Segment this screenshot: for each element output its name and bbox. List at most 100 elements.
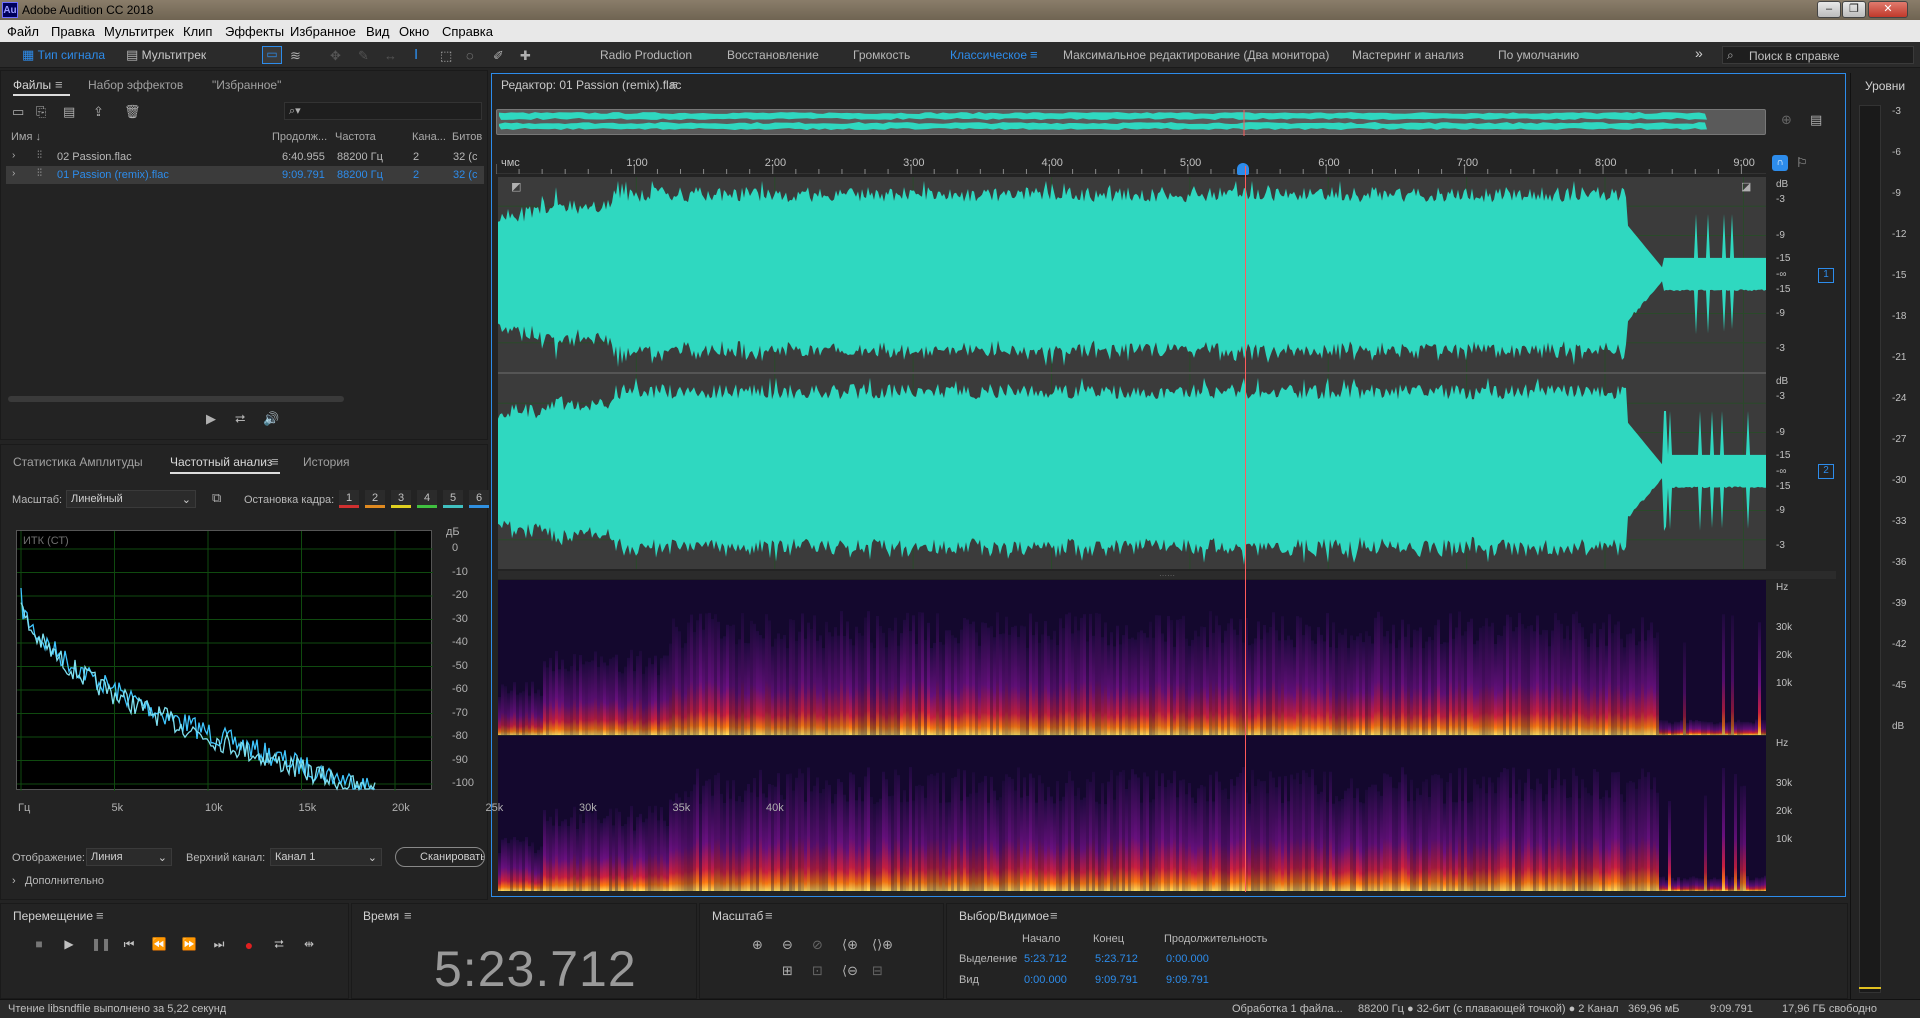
freeze-slot-4[interactable]: 4 bbox=[417, 490, 437, 508]
lasso-tool-icon[interactable]: ◌ bbox=[466, 48, 474, 63]
marquee-tool-icon[interactable]: ⬚ bbox=[440, 48, 452, 64]
preview-play-icon[interactable]: ▶ bbox=[206, 411, 216, 427]
freeze-slot-5[interactable]: 5 bbox=[443, 490, 463, 508]
editor-menu-icon[interactable]: ≡ bbox=[670, 77, 678, 92]
maximize-icon[interactable]: ❐ bbox=[1842, 1, 1866, 18]
zoom-in-time-icon[interactable]: ⟨⊕ bbox=[842, 937, 858, 953]
fast-forward-icon[interactable]: ⏩ bbox=[181, 937, 197, 953]
freeze-slot-6[interactable]: 6 bbox=[469, 490, 489, 508]
menu-help[interactable]: Справка bbox=[442, 24, 493, 39]
menu-clip[interactable]: Клип bbox=[183, 24, 212, 39]
headphones-icon[interactable]: ∩ bbox=[1772, 155, 1788, 171]
menu-file[interactable]: Файл bbox=[7, 24, 39, 39]
zoom-to-selection-icon[interactable]: ⊞ bbox=[782, 963, 793, 979]
zoom-menu-icon[interactable]: ≡ bbox=[765, 908, 773, 923]
workspace-max-editing[interactable]: Максимальное редактирование (Два монитор… bbox=[1063, 48, 1329, 62]
freeze-slot-2[interactable]: 2 bbox=[365, 490, 385, 508]
waveform-view-button[interactable]: ▦ Тип сигнала bbox=[22, 46, 105, 64]
zoom-in-amplitude-icon[interactable]: ⊕ bbox=[752, 937, 763, 953]
selection-start-field[interactable]: 5:23.712 bbox=[1024, 953, 1067, 965]
waveform-channel-1[interactable] bbox=[498, 177, 1766, 372]
column-channels[interactable]: Кана... bbox=[412, 131, 446, 143]
time-selection-tool-icon[interactable]: I bbox=[414, 46, 418, 63]
selection-end-field[interactable]: 5:23.712 bbox=[1095, 953, 1138, 965]
scan-button[interactable]: Сканировать bbox=[395, 847, 485, 867]
files-hscrollbar[interactable] bbox=[8, 396, 344, 402]
files-search-input[interactable]: ⌕▾ bbox=[284, 102, 482, 120]
fade-in-handle-icon[interactable]: ◩ bbox=[511, 180, 521, 193]
view-start-field[interactable]: 0:00.000 bbox=[1024, 974, 1067, 986]
zoom-in-vertical-icon[interactable]: ⊕ bbox=[1781, 112, 1792, 128]
menu-favorites[interactable]: Избранное bbox=[290, 24, 356, 39]
spot-healing-tool-icon[interactable]: ✚ bbox=[520, 48, 531, 64]
expand-icon[interactable]: › bbox=[12, 168, 15, 179]
fade-out-handle-icon[interactable]: ◪ bbox=[1741, 180, 1751, 193]
waveform-channel-2[interactable] bbox=[498, 374, 1766, 569]
skip-selection-icon[interactable]: ⇹ bbox=[301, 937, 317, 953]
show-waveform-icon[interactable]: ▭ bbox=[262, 46, 282, 64]
column-name[interactable]: Имя ↓ bbox=[11, 131, 41, 143]
workspace-menu-icon[interactable]: ≡ bbox=[1030, 47, 1038, 62]
time-ruler[interactable] bbox=[496, 152, 1766, 174]
column-duration[interactable]: Продолж... bbox=[272, 131, 327, 143]
show-spectral-icon[interactable]: ≋ bbox=[290, 48, 301, 64]
record-icon[interactable]: ● bbox=[241, 937, 257, 953]
workspace-radio-production[interactable]: Radio Production bbox=[600, 48, 692, 62]
go-to-end-icon[interactable]: ⏭ bbox=[211, 937, 227, 953]
zoom-out-point-icon[interactable]: ⊟ bbox=[872, 963, 883, 979]
workspace-default[interactable]: По умолчанию bbox=[1498, 48, 1579, 62]
play-icon[interactable]: ▶ bbox=[61, 937, 77, 953]
workspace-mastering[interactable]: Мастеринг и анализ bbox=[1352, 48, 1464, 62]
tab-amplitude-stats[interactable]: Статистика Амплитуды bbox=[13, 455, 143, 469]
zoom-in-point-icon[interactable]: ⊡ bbox=[812, 963, 823, 979]
workspace-loudness[interactable]: Громкость bbox=[853, 48, 910, 62]
spectral-divider-handle[interactable]: ⋯⋯ bbox=[498, 571, 1836, 580]
analysis-panel-menu-icon[interactable]: ≡ bbox=[271, 454, 279, 469]
scale-dropdown[interactable]: Линейный ⌄ bbox=[66, 490, 196, 508]
playhead-handle[interactable] bbox=[1237, 163, 1249, 175]
menu-effects[interactable]: Эффекты bbox=[225, 24, 284, 39]
zoom-out-full-icon[interactable]: ⟨⟩⊕ bbox=[872, 937, 893, 953]
more-workspaces-button[interactable]: » bbox=[1695, 45, 1703, 61]
tab-favorites[interactable]: "Избранное" bbox=[212, 78, 281, 92]
go-to-start-icon[interactable]: ⏮ bbox=[121, 937, 137, 953]
tab-effects-rack[interactable]: Набор эффектов bbox=[88, 78, 183, 92]
menu-window[interactable]: Окно bbox=[399, 24, 429, 39]
help-search-input[interactable]: ⌕ Поиск в справке bbox=[1722, 46, 1914, 64]
channel-2-badge[interactable]: 2 bbox=[1818, 464, 1834, 479]
time-menu-icon[interactable]: ≡ bbox=[404, 908, 412, 923]
table-row[interactable]: › ⫶⫶ 01 Passion (remix).flac 9:09.791 88… bbox=[6, 166, 484, 184]
minimize-icon[interactable]: – bbox=[1817, 1, 1841, 18]
workspace-classic[interactable]: Классическое bbox=[950, 48, 1027, 62]
delete-file-icon[interactable]: 🗑 bbox=[124, 104, 141, 120]
tab-frequency-analysis[interactable]: Частотный анализ bbox=[170, 455, 272, 469]
column-bits[interactable]: Битов bbox=[452, 131, 482, 143]
preview-volume-icon[interactable]: 🔊 bbox=[263, 411, 279, 427]
column-rate[interactable]: Частота bbox=[335, 131, 376, 143]
overview-navigator[interactable] bbox=[496, 109, 1766, 136]
channel-1-badge[interactable]: 1 bbox=[1818, 268, 1834, 283]
menu-view[interactable]: Вид bbox=[366, 24, 390, 39]
preview-loop-icon[interactable]: ⮂ bbox=[235, 411, 245, 427]
track-layout-icon[interactable]: ▤ bbox=[1810, 112, 1822, 128]
view-duration-field[interactable]: 9:09.791 bbox=[1166, 974, 1209, 986]
zoom-reset-amplitude-icon[interactable]: ⊘ bbox=[812, 937, 823, 953]
expand-icon[interactable]: › bbox=[12, 150, 15, 161]
transport-menu-icon[interactable]: ≡ bbox=[96, 908, 104, 923]
slip-tool-icon[interactable]: ↔ bbox=[384, 48, 397, 63]
freeze-slot-1[interactable]: 1 bbox=[339, 490, 359, 508]
tab-history[interactable]: История bbox=[303, 455, 350, 469]
menu-edit[interactable]: Правка bbox=[51, 24, 95, 39]
move-tool-icon[interactable]: ✥ bbox=[330, 48, 341, 64]
brush-tool-icon[interactable]: ✐ bbox=[493, 48, 504, 64]
view-end-field[interactable]: 9:09.791 bbox=[1095, 974, 1138, 986]
zoom-out-amplitude-icon[interactable]: ⊖ bbox=[782, 937, 793, 953]
tab-files[interactable]: Файлы bbox=[13, 78, 51, 92]
spectrogram-channel-1[interactable] bbox=[498, 580, 1766, 735]
files-panel-menu-icon[interactable]: ≡ bbox=[55, 77, 63, 92]
workspace-restoration[interactable]: Восстановление bbox=[727, 48, 819, 62]
rewind-icon[interactable]: ⏪ bbox=[151, 937, 167, 953]
zoom-out-time-icon[interactable]: ⟨⊖ bbox=[842, 963, 858, 979]
advanced-toggle[interactable]: › Дополнительно bbox=[12, 875, 104, 887]
menu-multitrack[interactable]: Мультитрек bbox=[104, 24, 174, 39]
